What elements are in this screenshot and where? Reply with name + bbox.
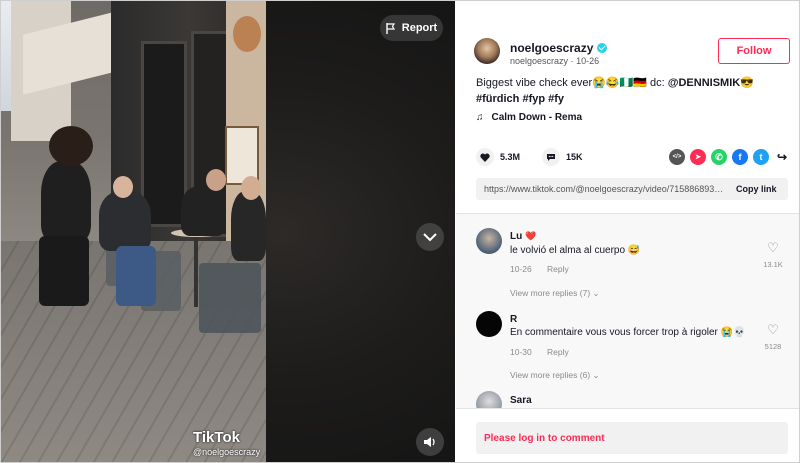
like-count: 5.3M [500, 152, 521, 162]
comment-text: le volvió el alma al cuerpo 😅 [510, 245, 641, 256]
view-more-replies-label[interactable]: View more replies (7) [510, 288, 590, 298]
author-handle: noelgoescrazy [510, 56, 569, 66]
tiktok-watermark: TikTok @noelgoescrazy [193, 429, 263, 459]
video-man-1 [99, 191, 151, 251]
author-subline: noelgoescrazy · 10-26 [510, 56, 599, 66]
volume-icon [424, 437, 435, 447]
caption-hashtags[interactable]: #fürdich #fyp #fy [476, 93, 564, 105]
comment-login-area: Please log in to comment [456, 408, 799, 462]
send-icon[interactable]: ➤ [690, 149, 706, 165]
video-man-1-head [113, 176, 133, 198]
comment-date: 10-26 [510, 264, 532, 274]
video-man-1-legs [116, 246, 156, 306]
heart-badge-icon: ❤️ [525, 231, 537, 241]
comment-author[interactable]: Lu ❤️ [510, 231, 536, 242]
login-to-comment-button[interactable]: Please log in to comment [476, 422, 788, 454]
post-date: 10-26 [576, 56, 600, 66]
author-username-row[interactable]: noelgoescrazy [510, 41, 608, 55]
comment-text: En commentaire vous vous forcer trop à r… [510, 327, 746, 338]
comment-like-count: 5128 [764, 342, 782, 351]
comment-like-icon[interactable]: ♡ [763, 240, 783, 256]
post-caption: Biggest vibe check ever😭😂🇳🇬🇩🇪 dc: @DENNI… [476, 75, 786, 107]
comment-date: 10-30 [510, 347, 532, 357]
view-more-replies[interactable]: View more replies (6) ⌄ [510, 370, 600, 381]
report-label: Report [401, 22, 438, 34]
author-avatar[interactable] [474, 38, 500, 64]
follow-button[interactable]: Follow [718, 38, 790, 64]
chevron-down-icon [423, 233, 437, 242]
comment-author-name[interactable]: R [510, 314, 517, 325]
video-man-3-head [241, 176, 261, 200]
whatsapp-icon[interactable]: ✆ [711, 149, 727, 165]
reply-button[interactable]: Reply [547, 264, 569, 274]
next-video-button[interactable] [416, 223, 444, 251]
share-row: </> ➤ ✆ f t ↪ [669, 149, 790, 165]
embed-icon[interactable]: </> [669, 149, 685, 165]
details-panel: noelgoescrazy noelgoescrazy · 10-26 Foll… [456, 1, 799, 462]
comments-list[interactable]: Lu ❤️ le volvió el alma al cuerpo 😅 10-2… [456, 214, 799, 417]
video-window [141, 41, 187, 227]
reply-button[interactable]: Reply [547, 347, 569, 357]
comment-button[interactable] [542, 148, 561, 166]
video-link[interactable]: https://www.tiktok.com/@noelgoescrazy/vi… [476, 184, 724, 194]
video-man-3 [231, 191, 266, 261]
music-note-icon: ♫ [476, 112, 484, 123]
report-button[interactable]: Report [380, 15, 443, 41]
chevron-down-icon: ⌄ [592, 370, 600, 380]
caption-mention[interactable]: @DENNISMIK😎 [668, 77, 754, 89]
like-button[interactable] [476, 148, 494, 166]
share-arrow-icon[interactable]: ↪ [774, 149, 790, 165]
video-man-2 [181, 186, 226, 236]
video-sign [233, 16, 261, 52]
comment-like-count: 13.1K [763, 260, 783, 269]
video-dancer-legs [39, 236, 89, 306]
music-title[interactable]: Calm Down - Rema [492, 112, 583, 123]
author-username[interactable]: noelgoescrazy [510, 41, 593, 55]
caption-text: Biggest vibe check ever😭😂🇳🇬🇩🇪 dc: [476, 77, 668, 89]
comment-count: 15K [566, 152, 583, 162]
comment-icon [547, 153, 556, 161]
twitter-icon[interactable]: t [753, 149, 769, 165]
tiktok-watermark-brand: TikTok [193, 429, 240, 446]
comment-author-name[interactable]: Sara [510, 395, 532, 406]
video-frame[interactable]: TikTok @noelgoescrazy [1, 1, 266, 462]
comment-author-name[interactable]: Lu [510, 231, 522, 242]
video-link-box: https://www.tiktok.com/@noelgoescrazy/vi… [476, 178, 788, 200]
engagement-stats: 5.3M 15K [476, 148, 583, 166]
copy-link-button[interactable]: Copy link [736, 184, 777, 194]
video-dancer-head [49, 126, 93, 166]
video-dancer [41, 161, 91, 241]
video-man-2-head [206, 169, 226, 191]
comment-avatar[interactable] [476, 311, 502, 337]
view-more-replies[interactable]: View more replies (7) ⌄ [510, 288, 600, 299]
verified-icon [597, 43, 608, 53]
view-more-replies-label[interactable]: View more replies (6) [510, 370, 590, 380]
tiktok-watermark-user: @noelgoescrazy [193, 447, 261, 457]
video-area[interactable]: TikTok @noelgoescrazy Report [1, 1, 455, 462]
video-chair [199, 263, 261, 333]
comment-like-icon[interactable]: ♡ [763, 322, 783, 338]
volume-button[interactable] [416, 428, 444, 456]
flag-icon [386, 22, 395, 34]
heart-icon [480, 152, 490, 162]
chevron-down-icon: ⌄ [592, 288, 600, 298]
video-table-leg [194, 237, 198, 307]
music-link[interactable]: ♫ Calm Down - Rema [476, 112, 582, 123]
comment-avatar[interactable] [476, 228, 502, 254]
facebook-icon[interactable]: f [732, 149, 748, 165]
